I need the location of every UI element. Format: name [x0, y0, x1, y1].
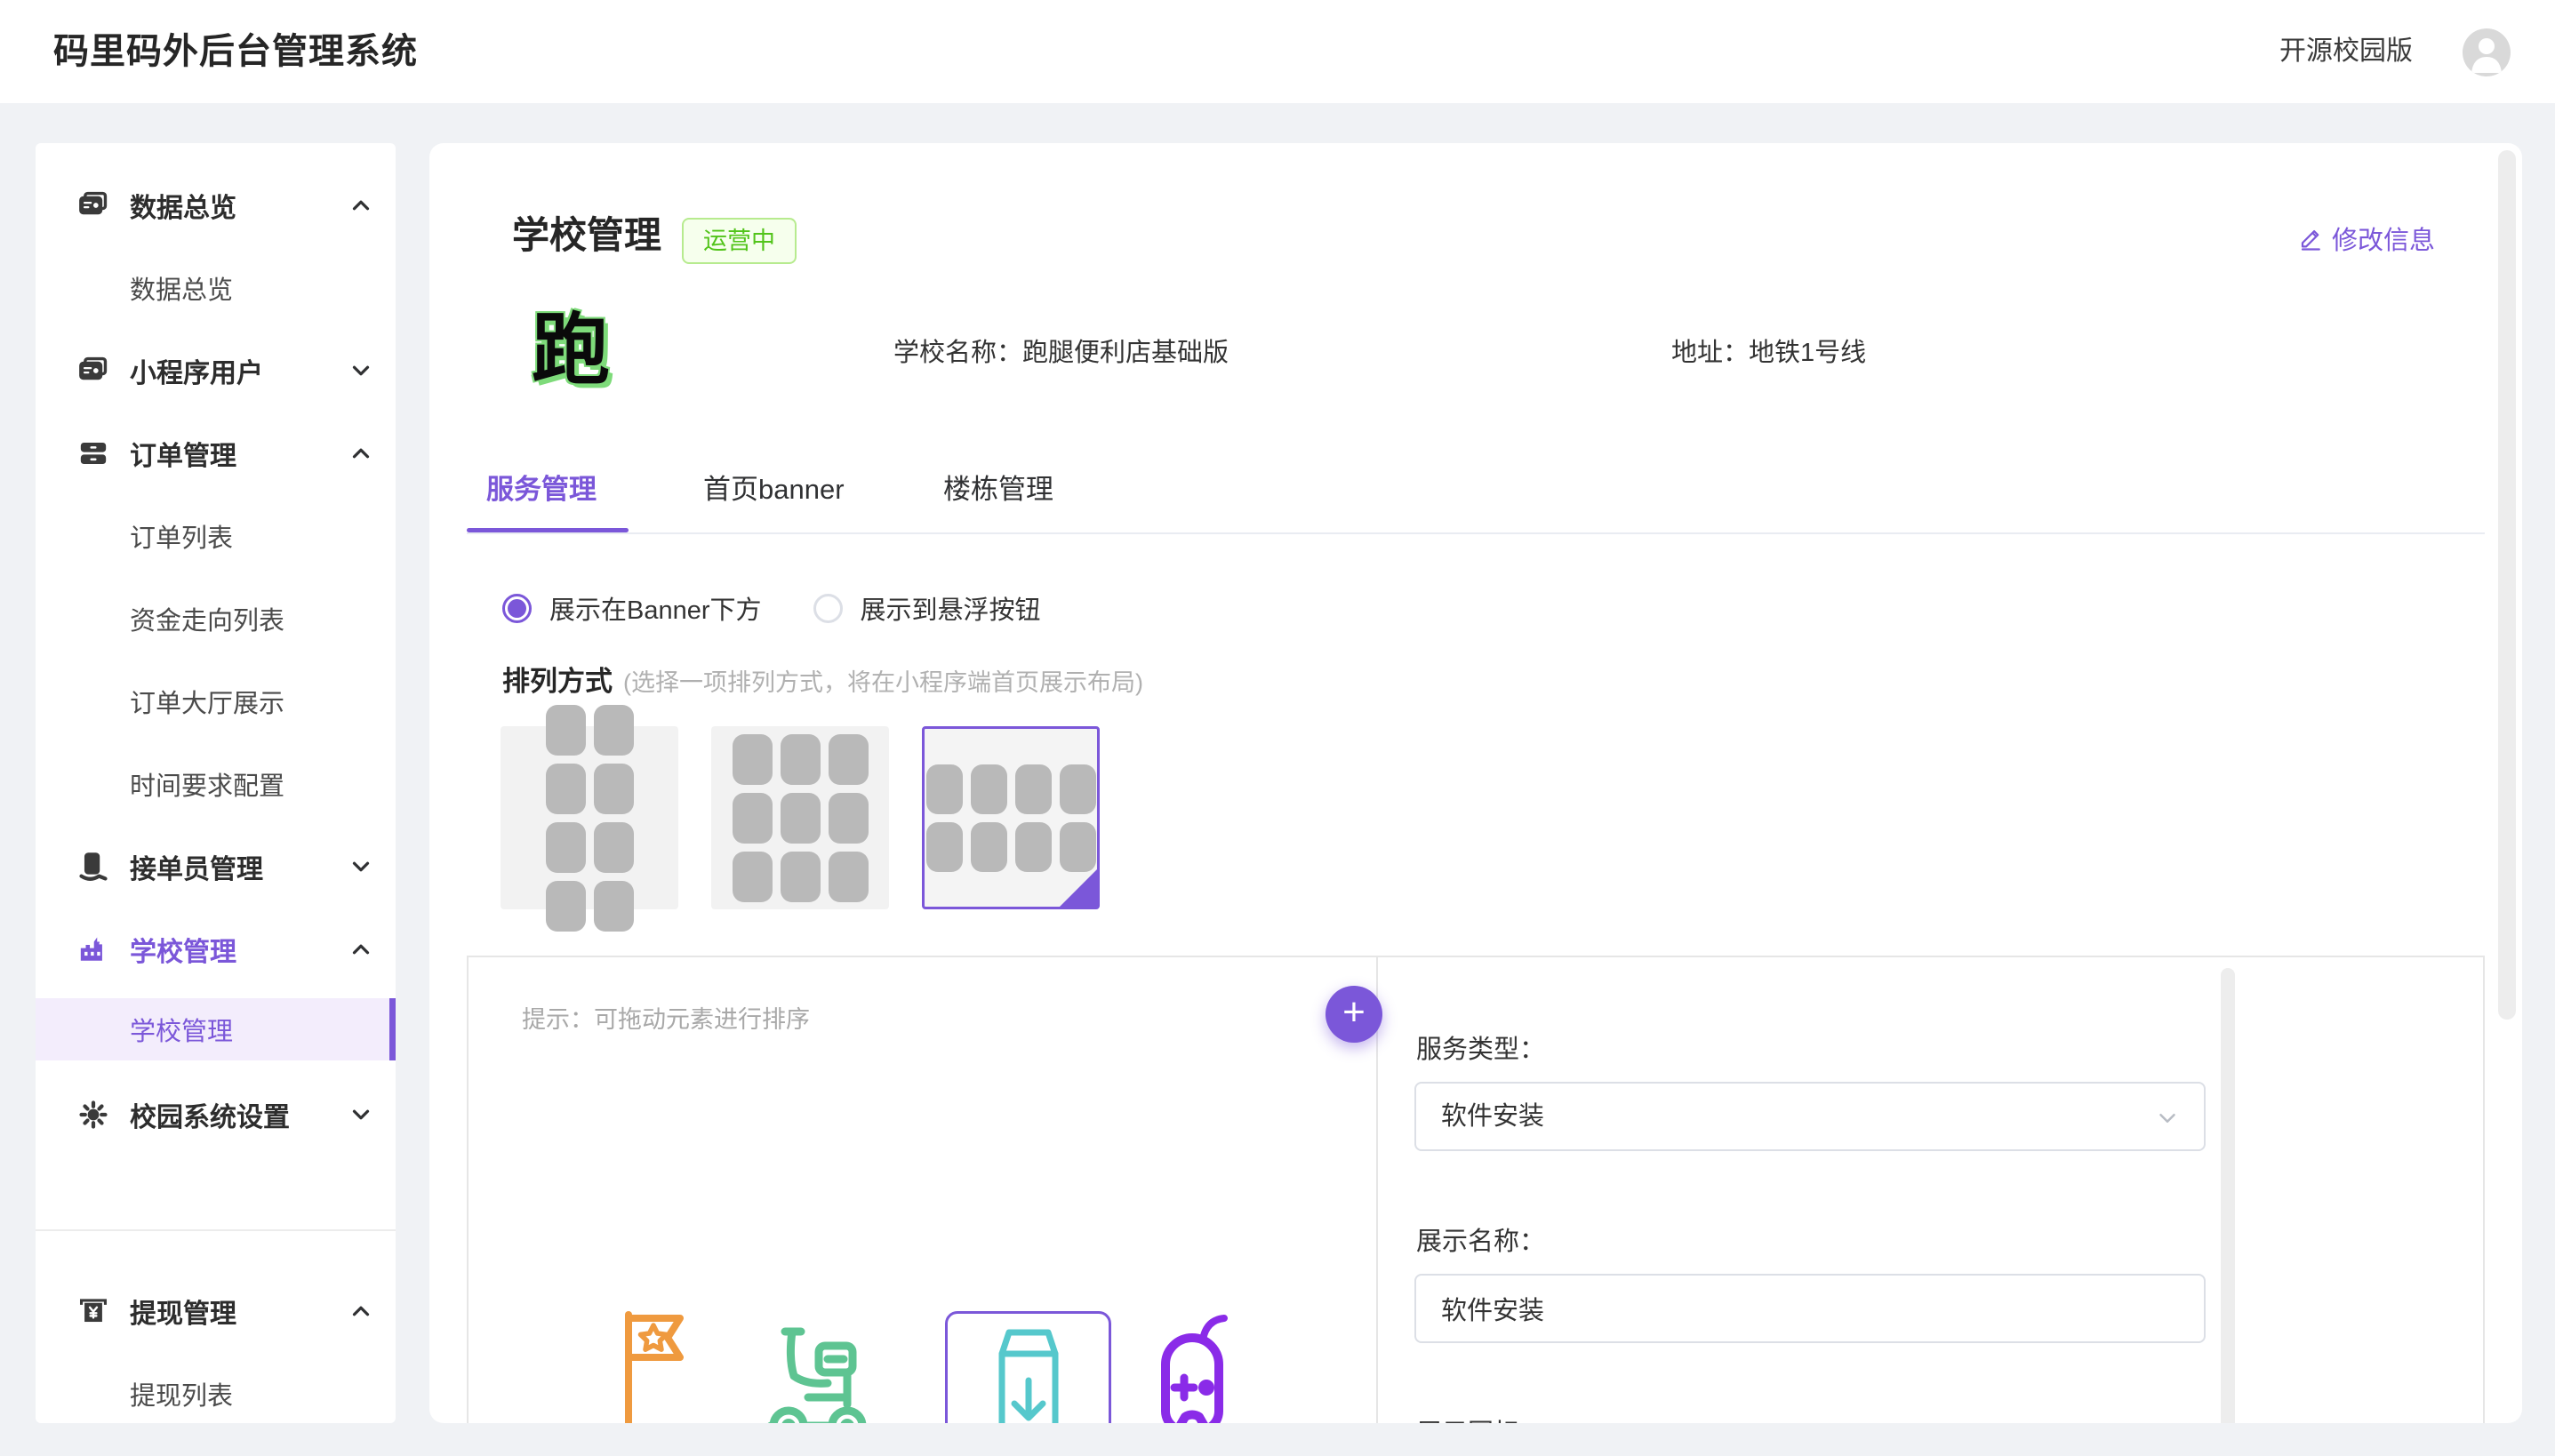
chevron-down-icon: [348, 1101, 374, 1128]
sidebar-item-label: 接单员管理: [130, 847, 263, 886]
sidebar-item-label: 提现列表: [130, 1375, 233, 1412]
sidebar-subitem-time-requirement-config[interactable]: 时间要求配置: [36, 753, 396, 815]
display-name-input[interactable]: [1414, 1274, 2206, 1343]
box-download-icon[interactable]: [984, 1325, 1073, 1423]
sidebar-section-divider: [36, 1229, 396, 1231]
service-type-select[interactable]: 软件安装: [1414, 1082, 2206, 1151]
withdrawal-icon: [78, 1296, 108, 1326]
sidebar-item-data-overview[interactable]: 数据总览: [36, 174, 396, 236]
mini-program-users-icon: [78, 356, 108, 386]
campus-settings-icon: [78, 1100, 108, 1130]
gamepad-icon[interactable]: [1148, 1313, 1237, 1423]
display-position-options: 展示在Banner下方 展示到悬浮按钮: [502, 590, 1041, 626]
sidebar-item-label: 订单管理: [130, 434, 236, 473]
form-panel-scrollbar[interactable]: [2221, 968, 2235, 1423]
arrangement-note: (选择一项排列方式，将在小程序端首页展示布局): [623, 663, 1143, 698]
radio-label: 展示在Banner下方: [549, 589, 762, 627]
tab-building-management[interactable]: 楼栋管理: [943, 463, 1053, 532]
chevron-down-icon: [348, 853, 374, 880]
page-title: 学校管理: [512, 205, 661, 260]
tab-home-banner[interactable]: 首页banner: [703, 463, 845, 532]
sidebar-subitem-school-management[interactable]: 学校管理: [36, 998, 396, 1060]
sidebar-item-label: 提现管理: [130, 1292, 236, 1331]
scooter-icon[interactable]: [765, 1318, 870, 1423]
radio-floating-button[interactable]: [813, 594, 843, 623]
pencil-icon: [2298, 225, 2325, 252]
sidebar-item-school-management[interactable]: 学校管理: [36, 918, 396, 980]
add-service-button[interactable]: +: [1326, 986, 1382, 1043]
app-title: 码里码外后台管理系统: [53, 0, 418, 103]
courier-management-icon: [78, 852, 108, 882]
order-management-icon: [78, 438, 108, 468]
display-name-label: 展示名称：: [1416, 1220, 1545, 1258]
tab-bar: 服务管理 首页banner 楼栋管理: [467, 463, 2485, 534]
sidebar-item-label: 学校管理: [130, 1011, 233, 1048]
sidebar-item-order-management[interactable]: 订单管理: [36, 422, 396, 484]
sidebar-item-label: 订单大厅展示: [130, 683, 284, 720]
service-type-value: 软件安装: [1441, 1102, 1544, 1131]
sidebar-item-label: 数据总览: [130, 186, 236, 225]
sidebar-subitem-order-hall-display[interactable]: 订单大厅展示: [36, 670, 396, 732]
service-edit-panel: 提示：可拖动元素进行排序 +: [467, 956, 2485, 1423]
chevron-up-icon: [348, 440, 374, 467]
service-type-label: 服务类型：: [1416, 1028, 1545, 1066]
flag-icon[interactable]: [609, 1311, 698, 1423]
edit-info-link[interactable]: 修改信息: [2298, 220, 2435, 257]
chevron-up-icon: [348, 1298, 374, 1324]
arrangement-row: 排列方式 (选择一项排列方式，将在小程序端首页展示布局): [502, 659, 1143, 698]
sidebar-subitem-withdrawal-list[interactable]: 提现列表: [36, 1363, 396, 1423]
service-icon-list: [469, 1306, 1375, 1423]
edit-info-label: 修改信息: [2332, 220, 2435, 257]
display-icon-label: 展示图标：: [1416, 1412, 1545, 1423]
sidebar-item-miniprogram-users[interactable]: 小程序用户: [36, 340, 396, 402]
school-management-icon: [78, 934, 108, 964]
layout-options: [501, 726, 1100, 909]
sidebar-item-label: 学校管理: [130, 930, 236, 969]
layout-option-2col[interactable]: [501, 726, 678, 909]
layout-option-4col-selected[interactable]: [922, 726, 1100, 909]
radio-banner-below[interactable]: [502, 594, 532, 623]
chevron-up-icon: [348, 192, 374, 219]
chevron-down-icon: [2154, 1105, 2181, 1132]
sidebar-subitem-data-overview[interactable]: 数据总览: [36, 257, 396, 319]
radio-label: 展示到悬浮按钮: [861, 589, 1041, 627]
sidebar-item-label: 数据总览: [130, 269, 233, 307]
drag-hint: 提示：可拖动元素进行排序: [522, 1000, 810, 1035]
sidebar-item-label: 小程序用户: [130, 351, 263, 390]
sidebar-subitem-fund-flow-list[interactable]: 资金走向列表: [36, 588, 396, 650]
sidebar-item-label: 校园系统设置: [130, 1095, 290, 1134]
sidebar-item-campus-system-settings[interactable]: 校园系统设置: [36, 1084, 396, 1146]
sidebar-subitem-order-list[interactable]: 订单列表: [36, 505, 396, 567]
sidebar-item-withdrawal-management[interactable]: 提现管理: [36, 1280, 396, 1342]
chevron-up-icon: [348, 936, 374, 963]
school-address: 地址：地铁1号线: [1671, 332, 1866, 369]
school-logo: 跑: [532, 306, 621, 395]
school-name: 学校名称：跑腿便利店基础版: [893, 332, 1229, 369]
data-overview-icon: [78, 190, 108, 220]
sidebar: 数据总览 数据总览 小程序用户 订单管理 订单列表 资金走向列表 订单大厅展示 …: [36, 143, 396, 1423]
main-content-card: 学校管理 运营中 修改信息 跑 学校名称：跑腿便利店基础版 地址：地铁1号线 服…: [429, 143, 2522, 1423]
sidebar-item-label: 时间要求配置: [130, 765, 284, 803]
layout-option-3col[interactable]: [711, 726, 889, 909]
top-bar: 码里码外后台管理系统 开源校园版: [0, 0, 2555, 103]
status-badge: 运营中: [682, 218, 797, 264]
chevron-down-icon: [348, 357, 374, 384]
tab-service-management[interactable]: 服务管理: [486, 463, 597, 532]
sidebar-item-label: 订单列表: [130, 517, 233, 555]
card-scrollbar[interactable]: [2498, 150, 2516, 1020]
user-avatar-icon[interactable]: [2463, 28, 2511, 76]
edition-label: 开源校园版: [2279, 0, 2413, 103]
sidebar-item-label: 资金走向列表: [130, 600, 284, 637]
arrangement-label: 排列方式: [502, 659, 613, 699]
sidebar-item-courier-management[interactable]: 接单员管理: [36, 836, 396, 898]
active-tab-underline: [467, 528, 629, 532]
